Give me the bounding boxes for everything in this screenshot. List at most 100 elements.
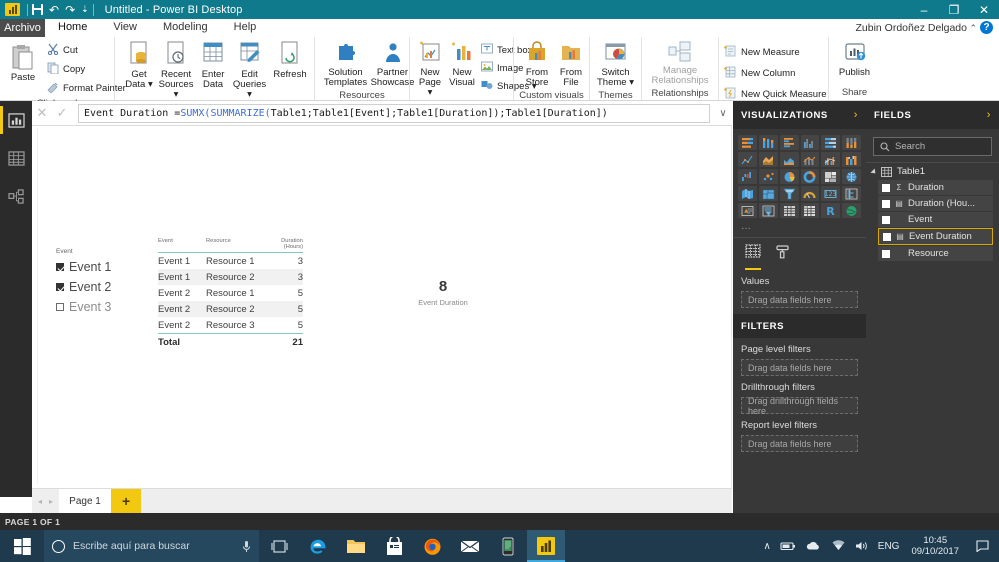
quick-access-toolbar[interactable]: ↶ ↷ ⇣ (32, 4, 89, 16)
field-item-event-duration[interactable]: ▤ Event Duration (878, 228, 993, 245)
formula-accept-icon[interactable]: ✓ (52, 105, 72, 121)
redo-icon[interactable]: ↷ (65, 4, 75, 16)
checkbox-checked-icon[interactable] (56, 283, 64, 291)
field-item-event[interactable]: Event (878, 212, 993, 227)
field-checkbox[interactable] (882, 215, 890, 224)
chevron-up-icon[interactable]: ⌃ (969, 23, 977, 34)
customize-qat-icon[interactable]: ⇣ (81, 5, 89, 14)
viz-multi-row-card[interactable] (842, 186, 861, 201)
values-dropzone[interactable]: Drag data fields here (741, 291, 858, 308)
field-item-resource[interactable]: Resource (878, 246, 993, 261)
tab-view[interactable]: View (100, 19, 150, 37)
table-column-header-duration[interactable]: Duration (Hours) (268, 238, 303, 250)
viz-table[interactable] (779, 203, 799, 218)
close-button[interactable]: ✕ (969, 0, 999, 19)
taskbar-app-file-explorer[interactable] (337, 530, 375, 562)
window-controls[interactable]: – ❐ ✕ (909, 0, 999, 19)
taskbar-app-edge[interactable] (299, 530, 337, 562)
add-page-button[interactable]: + (111, 489, 142, 513)
switch-theme-button[interactable]: Switch Theme ▾ (594, 40, 638, 89)
checkbox-unchecked-icon[interactable] (56, 303, 64, 311)
sidebar-item-report-view[interactable] (0, 106, 32, 134)
slicer-item-event-2[interactable]: Event 2 (56, 280, 138, 294)
viz-filled-map[interactable] (738, 186, 757, 201)
tray-clock[interactable]: 10:45 09/10/2017 (908, 535, 962, 557)
formula-expand-chevron-icon[interactable]: ∨ (714, 108, 732, 119)
microphone-icon[interactable] (242, 540, 251, 553)
minimize-button[interactable]: – (909, 0, 939, 19)
slicer-item-event-1[interactable]: Event 1 (56, 260, 138, 274)
viz-card[interactable]: 123 (821, 186, 841, 201)
action-center-button[interactable] (971, 540, 993, 552)
taskbar-app-mail[interactable] (451, 530, 489, 562)
solution-templates-button[interactable]: Solution Templates (323, 40, 368, 89)
taskbar-app-firefox[interactable] (413, 530, 451, 562)
visual-type-gallery[interactable]: 123 ▲ R (733, 129, 866, 220)
fields-search-input[interactable]: Search (873, 137, 992, 156)
report-canvas[interactable]: Event Event 1 Event 2 Event 3 Event Reso… (32, 126, 732, 488)
maximize-button[interactable]: ❐ (939, 0, 969, 19)
taskbar-search-input[interactable]: Escribe aquí para buscar (44, 530, 259, 562)
table-row[interactable]: Event 1 Resource 2 3 (158, 269, 303, 285)
page-next-icon[interactable]: ▸ (49, 497, 53, 506)
formula-cancel-icon[interactable]: ✕ (32, 105, 52, 121)
fields-table-table1[interactable]: Table1 (866, 162, 999, 180)
new-visual-button[interactable]: New Visual (447, 40, 477, 89)
viz-shape-map[interactable] (758, 186, 778, 201)
from-file-button[interactable]: From File (555, 40, 587, 89)
viz-funnel[interactable] (779, 186, 799, 201)
page-prev-icon[interactable]: ◂ (38, 497, 42, 506)
edit-queries-button[interactable]: Edit Queries ▾ (232, 40, 267, 101)
start-button[interactable] (0, 530, 44, 562)
table-row[interactable]: Event 2 Resource 2 5 (158, 301, 303, 317)
viz-100-stacked-column-chart[interactable] (842, 135, 861, 150)
viz-stacked-bar-chart[interactable] (738, 135, 757, 150)
tray-language[interactable]: ENG (878, 541, 900, 552)
refresh-button[interactable]: Refresh (269, 40, 311, 81)
viz-stacked-column-chart[interactable] (758, 135, 778, 150)
viz-matrix[interactable] (800, 203, 820, 218)
manage-relationships-button[interactable]: Manage Relationships (645, 40, 715, 87)
get-data-button[interactable]: Get Data ▾ (122, 40, 156, 91)
viz-kpi[interactable]: ▲ (738, 203, 757, 218)
viz-line-and-stacked-column-chart[interactable] (800, 152, 820, 167)
viz-pie-chart[interactable] (779, 169, 799, 184)
table-column-header-resource[interactable]: Resource (206, 238, 268, 250)
new-measure-button[interactable]: New Measure (722, 44, 829, 61)
viz-line-chart[interactable] (738, 152, 757, 167)
tab-home[interactable]: Home (45, 19, 101, 37)
publish-button[interactable]: Publish (833, 40, 877, 79)
field-checkbox[interactable] (882, 199, 890, 208)
new-column-button[interactable]: New Column (722, 65, 829, 82)
formula-input[interactable]: Event Duration = SUMX(SUMMARIZE(Table1;T… (78, 103, 710, 123)
onedrive-icon[interactable] (805, 540, 822, 552)
report-level-filters-dropzone[interactable]: Drag data fields here (741, 435, 858, 452)
more-visuals-icon[interactable]: … (733, 220, 866, 235)
viz-gauge[interactable] (800, 186, 820, 201)
viz-area-chart[interactable] (758, 152, 778, 167)
field-item-duration-hours[interactable]: ▤ Duration (Hou... (878, 196, 993, 211)
tab-fields[interactable] (745, 244, 761, 270)
from-store-button[interactable]: From Store (521, 40, 553, 89)
drillthrough-filters-dropzone[interactable]: Drag drillthrough fields here (741, 396, 858, 416)
sidebar-item-data-view[interactable] (0, 144, 32, 172)
viz-donut-chart[interactable] (800, 169, 820, 184)
taskbar-app-microsoft-store[interactable] (375, 530, 413, 562)
report-page[interactable]: Event Event 1 Event 2 Event 3 Event Reso… (37, 128, 727, 484)
page-level-filters-dropzone[interactable]: Drag data fields here (741, 359, 858, 376)
viz-arcgis-map[interactable] (842, 203, 861, 218)
new-page-button[interactable]: New Page ▾ (415, 40, 445, 99)
expand-fields-icon[interactable]: › (987, 109, 991, 121)
page-nav-arrows[interactable]: ◂ ▸ (32, 489, 59, 513)
viz-r-script-visual[interactable]: R (821, 203, 841, 218)
task-view-button[interactable] (259, 539, 299, 553)
help-icon[interactable]: ? (980, 21, 993, 34)
taskbar-app-phone-companion[interactable] (489, 530, 527, 562)
battery-icon[interactable] (780, 540, 796, 552)
table-row[interactable]: Event 2 Resource 3 5 (158, 317, 303, 333)
tab-help[interactable]: Help (221, 19, 270, 37)
sidebar-item-model-view[interactable] (0, 182, 32, 210)
viz-waterfall-chart[interactable] (738, 169, 757, 184)
viz-map[interactable] (842, 169, 861, 184)
viz-ribbon-chart[interactable] (842, 152, 861, 167)
